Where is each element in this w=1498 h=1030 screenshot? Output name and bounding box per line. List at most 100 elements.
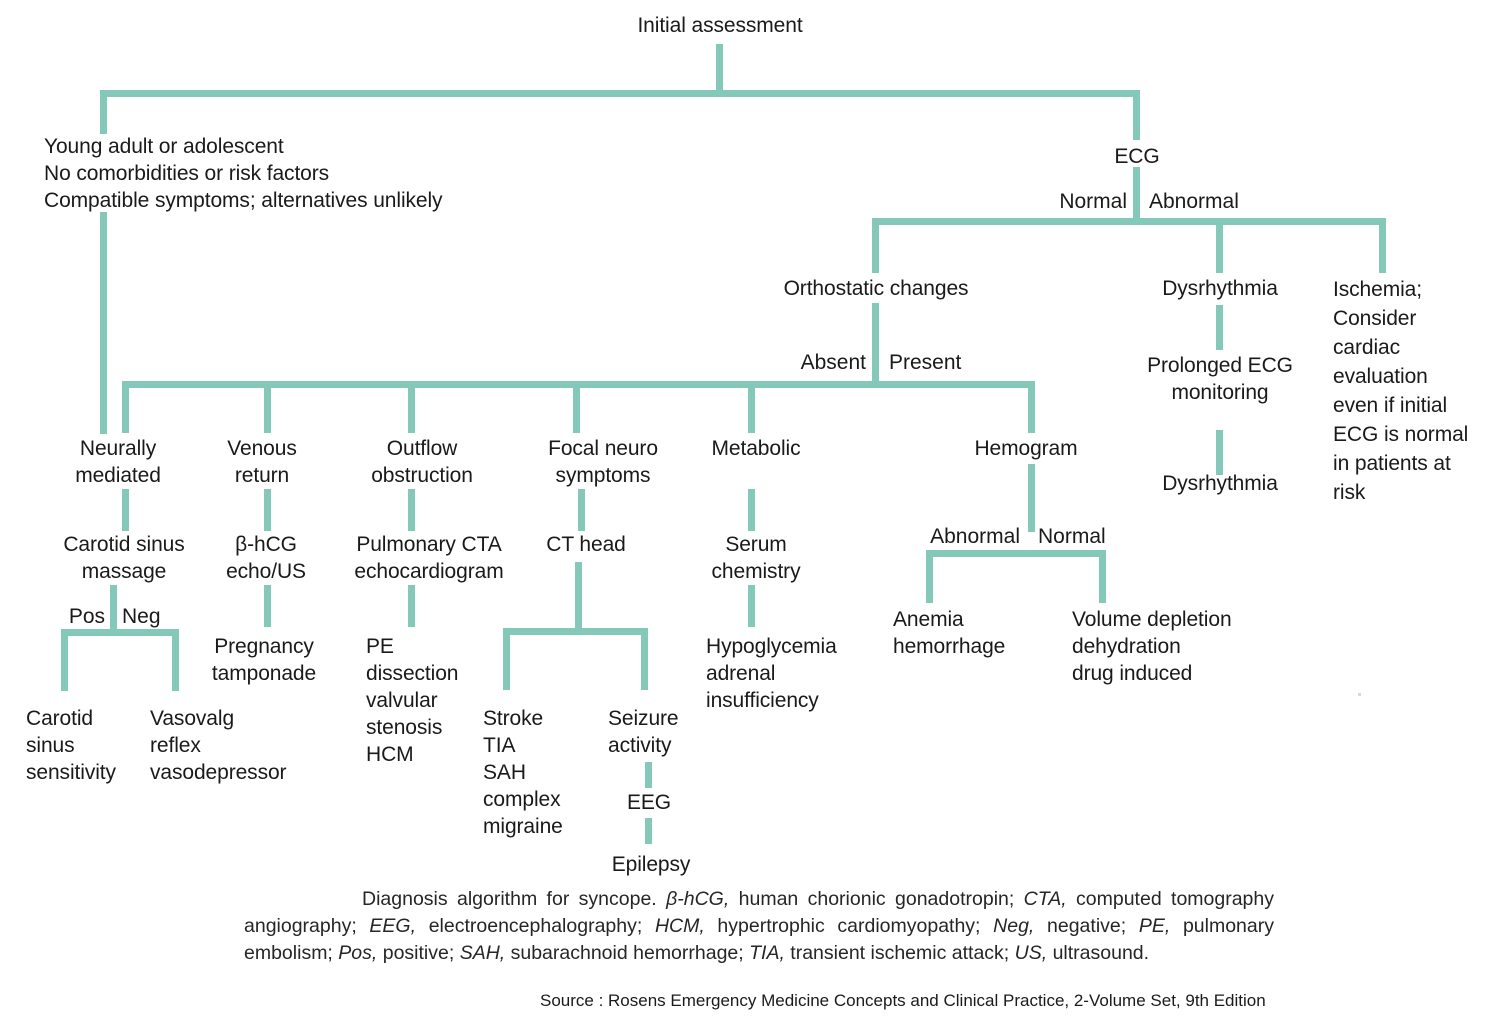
- connector-neurally-to-csm: [122, 489, 129, 531]
- node-prolonged-ecg-monitoring: Prolonged ECG monitoring: [1147, 354, 1293, 404]
- figure-caption: Diagnosis algorithm for syncope. β-hCG, …: [244, 886, 1274, 967]
- edge-label-orthostatic-present: Present: [889, 351, 962, 374]
- caption-segment: ultrasound.: [1047, 942, 1150, 964]
- connector-stroke-seizure-bar: [503, 628, 648, 635]
- caption-segment: PE,: [1138, 915, 1171, 937]
- node-pe-dissection: PE dissection valvular stenosis HCM: [366, 635, 459, 766]
- node-dysrhythmia-top: Dysrhythmia: [1162, 277, 1278, 300]
- connector-hemogram-stem: [1028, 464, 1035, 532]
- caption-segment: EEG,: [369, 915, 417, 937]
- source-line: Source : Rosens Emergency Medicine Conce…: [540, 991, 1266, 1010]
- node-vasovagal-reflex: Vasovalg reflex vasodepressor: [150, 707, 287, 784]
- caption-segment: TIA,: [749, 942, 785, 964]
- connector-eeg-to-epilepsy: [645, 818, 652, 844]
- connector-outflow-to-cta: [408, 489, 415, 531]
- connector-seizure-drop: [641, 628, 648, 690]
- connector-serum-to-hypoglycemia: [748, 585, 755, 627]
- connector-hemogram-drop: [1028, 381, 1035, 433]
- connector-orthostatic-drop: [872, 218, 879, 273]
- edge-label-csm-pos: Pos: [68, 605, 105, 628]
- connector-cta-to-pe: [408, 585, 415, 627]
- caption-segment: hypertrophic cardiomyopathy;: [704, 915, 994, 937]
- node-neurally-mediated: Neurally mediated: [75, 437, 161, 487]
- edge-label-csm-neg: Neg: [122, 605, 161, 628]
- caption-segment: positive;: [377, 942, 460, 964]
- connector-hemogram-normal-drop: [1099, 550, 1106, 603]
- connector-ecg-stem: [1133, 167, 1140, 224]
- caption-text: Diagnosis algorithm for syncope. β-hCG, …: [244, 888, 1274, 964]
- caption-segment: HCM,: [654, 915, 705, 937]
- node-low-risk-profile: Young adult or adolescent No comorbiditi…: [44, 135, 443, 212]
- connector-orthostatic-stem: [872, 303, 879, 387]
- connector-lowrisk-drop: [100, 90, 107, 134]
- node-pulmonary-cta-echocardiogram: Pulmonary CTA echocardiogram: [354, 533, 504, 583]
- caption-segment: β-hCG,: [666, 888, 730, 910]
- connector-neurally-drop: [122, 381, 129, 433]
- caption-segment: US,: [1014, 942, 1048, 964]
- caption-segment: transient ischemic attack;: [784, 942, 1015, 964]
- connector-hemogram-abnormal-drop: [926, 550, 933, 603]
- node-eeg: EEG: [626, 791, 672, 814]
- caption-segment: SAH,: [459, 942, 506, 964]
- node-ischemia: Ischemia; Consider cardiac evaluation ev…: [1333, 278, 1469, 504]
- node-outflow-obstruction: Outflow obstruction: [371, 437, 473, 487]
- connector-metabolic-to-serum: [748, 489, 755, 531]
- connector-dysrhythmia-to-monitoring: [1216, 305, 1223, 350]
- caption-segment: Diagnosis algorithm for syncope.: [362, 888, 667, 910]
- node-anemia-hemorrhage: Anemia hemorrhage: [893, 608, 1006, 658]
- caption-segment: electroencephalography;: [416, 915, 655, 937]
- connector-dysrhythmia-top-drop: [1216, 218, 1223, 273]
- connector-focal-drop: [573, 381, 580, 433]
- connector-initial-stem: [716, 44, 723, 90]
- edge-label-orthostatic-absent: Absent: [800, 351, 866, 374]
- connector-seizure-to-eeg: [645, 762, 652, 788]
- node-bhcg-echo-us: β-hCG echo/US: [226, 533, 306, 583]
- node-orthostatic-changes: Orthostatic changes: [783, 277, 969, 300]
- node-focal-neuro-symptoms: Focal neuro symptoms: [548, 437, 658, 487]
- node-metabolic: Metabolic: [711, 437, 801, 460]
- connector-venous-to-bhcg: [264, 489, 271, 531]
- connector-posneg-bar: [61, 629, 179, 636]
- node-venous-return: Venous return: [227, 437, 297, 487]
- node-initial-assessment: Initial assessment: [637, 14, 803, 37]
- caption-segment: CTA,: [1023, 888, 1067, 910]
- connector-pos-drop: [61, 629, 68, 691]
- connector-outflow-drop: [408, 381, 415, 433]
- caption-segment: human chorionic gonadotropin;: [729, 888, 1024, 910]
- connector-ecg-split-bar: [872, 218, 1386, 225]
- connector-venous-drop: [264, 381, 271, 433]
- caption-segment: negative;: [1034, 915, 1139, 937]
- node-stroke-tia-sah: Stroke TIA SAH complex migraine: [483, 707, 563, 838]
- caption-segment: Pos,: [338, 942, 378, 964]
- connector-hemogram-split-bar: [926, 550, 1106, 557]
- connector-ct-stem: [575, 562, 582, 630]
- connector-metabolic-drop: [748, 381, 755, 433]
- connector-top-split-bar: [100, 90, 1140, 97]
- node-carotid-sinus-sensitivity: Carotid sinus sensitivity: [26, 707, 116, 784]
- connector-focal-to-ct: [578, 489, 585, 531]
- node-dysrhythmia-bottom: Dysrhythmia: [1162, 472, 1278, 495]
- edge-label-hemogram-normal: Normal: [1038, 525, 1106, 548]
- node-seizure-activity: Seizure activity: [608, 707, 679, 757]
- connector-bhcg-to-pregnancy: [264, 585, 271, 627]
- caption-segment: subarachnoid hemorrhage;: [505, 942, 750, 964]
- edge-label-ecg-normal: Normal: [1059, 190, 1127, 213]
- node-hypoglycemia: Hypoglycemia adrenal insufficiency: [706, 635, 837, 712]
- connector-neg-drop: [172, 629, 179, 691]
- node-serum-chemistry: Serum chemistry: [711, 533, 801, 583]
- connector-stroke-drop: [503, 628, 510, 690]
- node-ecg: ECG: [1114, 145, 1160, 168]
- node-carotid-sinus-massage: Carotid sinus massage: [63, 533, 185, 583]
- node-pregnancy-tamponade: Pregnancy tamponade: [211, 635, 317, 685]
- caption-segment: Neg,: [993, 915, 1035, 937]
- edge-label-ecg-abnormal: Abnormal: [1149, 190, 1239, 213]
- syncope-diagnosis-flowchart: Initial assessment Young adult or adoles…: [0, 0, 1498, 1030]
- node-volume-depletion: Volume depletion dehydration drug induce…: [1072, 608, 1232, 685]
- node-epilepsy: Epilepsy: [611, 853, 691, 876]
- edge-label-hemogram-abnormal: Abnormal: [930, 525, 1020, 548]
- stray-artifact-dot: [1358, 693, 1361, 696]
- node-ct-head: CT head: [546, 533, 626, 556]
- connector-lowrisk-stem: [100, 212, 107, 434]
- connector-monitoring-to-dysrhythmia: [1216, 430, 1223, 475]
- connector-ischemia-drop: [1379, 218, 1386, 273]
